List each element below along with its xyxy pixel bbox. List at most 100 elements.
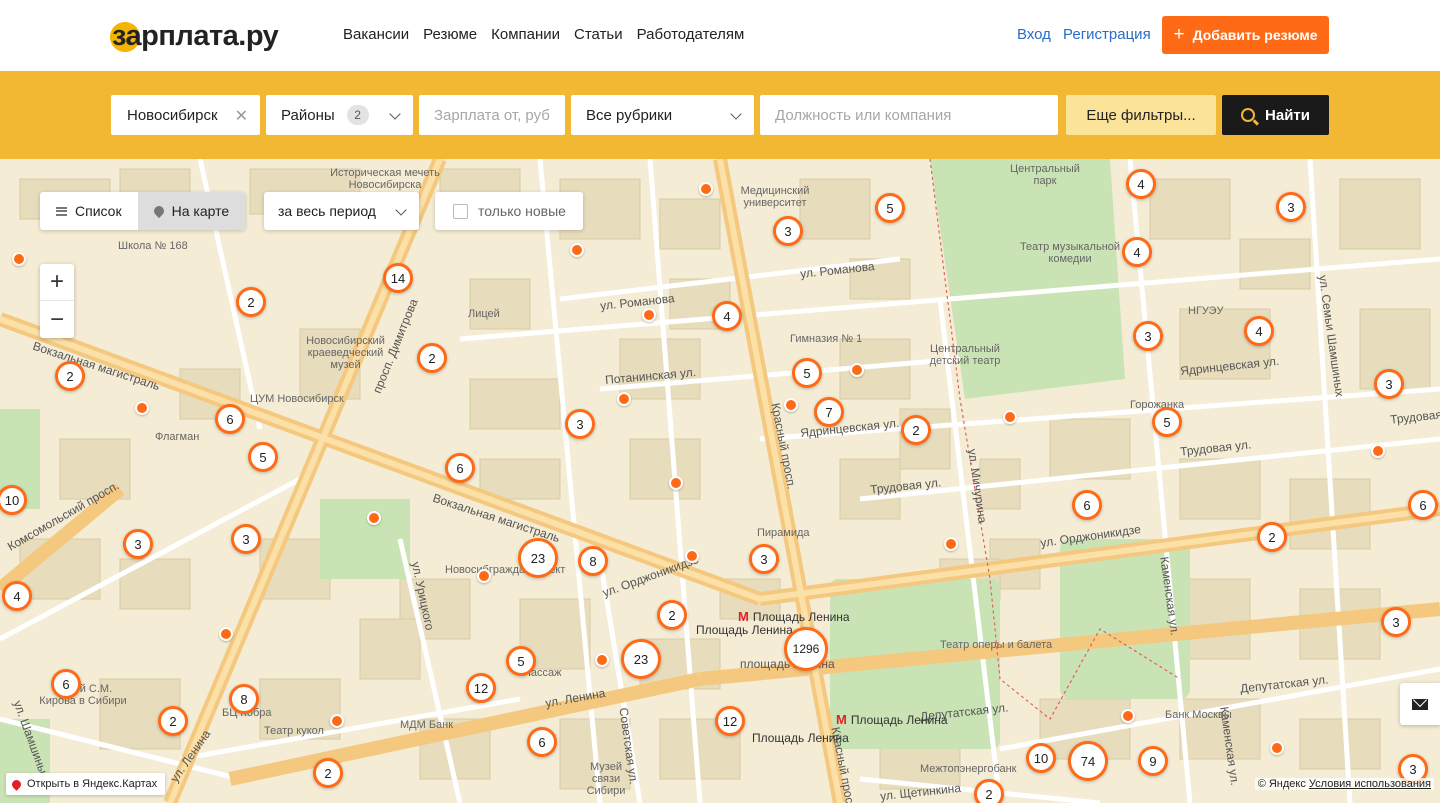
vacancy-cluster[interactable]: 2 [1257,522,1287,552]
terms-link[interactable]: Условия использования [1309,778,1431,790]
vacancy-cluster[interactable]: 5 [248,442,278,472]
register-link[interactable]: Регистрация [1063,26,1151,43]
place-label: Центральный парк [1010,163,1080,187]
vacancy-marker[interactable] [1371,444,1385,458]
site-logo[interactable]: зарплата.ру [110,18,279,54]
nav-vacancies-link[interactable]: Вакансии [343,26,409,43]
vacancy-cluster[interactable]: 6 [51,669,81,699]
vacancy-marker[interactable] [477,569,491,583]
clear-city-icon[interactable]: ✕ [235,106,248,126]
vacancy-cluster[interactable]: 3 [1133,321,1163,351]
period-select[interactable]: за весь период [264,192,419,230]
only-new-checkbox[interactable] [453,203,468,219]
vacancy-marker[interactable] [850,363,864,377]
feedback-button[interactable] [1400,683,1440,725]
query-input[interactable]: Должность или компания [760,95,1058,135]
vacancy-cluster[interactable]: 2 [158,706,188,736]
vacancy-marker[interactable] [1270,741,1284,755]
login-link[interactable]: Вход [1017,26,1051,43]
vacancy-marker[interactable] [595,653,609,667]
nav-companies-link[interactable]: Компании [491,26,560,43]
chevron-down-icon [395,204,407,216]
find-button[interactable]: Найти [1222,95,1329,135]
vacancy-cluster[interactable]: 6 [527,727,557,757]
nav-resumes-link[interactable]: Резюме [423,26,477,43]
vacancy-cluster[interactable]: 1296 [784,627,828,671]
vacancy-map[interactable]: Вокзальная магистраль Вокзальная магистр… [0,159,1440,803]
vacancy-cluster[interactable]: 8 [229,684,259,714]
vacancy-cluster[interactable]: 23 [518,538,558,578]
metro-icon: М [836,712,847,727]
vacancy-cluster[interactable]: 8 [578,546,608,576]
vacancy-marker[interactable] [135,401,149,415]
map-view-tab[interactable]: На карте [137,192,246,230]
category-select[interactable]: Все рубрики [571,95,754,135]
more-filters-button[interactable]: Еще фильтры... [1066,95,1216,135]
vacancy-marker[interactable] [219,627,233,641]
vacancy-marker[interactable] [642,308,656,322]
vacancy-cluster[interactable]: 2 [657,600,687,630]
vacancy-marker[interactable] [367,511,381,525]
vacancy-cluster[interactable]: 3 [1374,369,1404,399]
vacancy-cluster[interactable]: 2 [55,361,85,391]
vacancy-cluster[interactable]: 5 [792,358,822,388]
zoom-in-button[interactable]: + [40,264,74,301]
vacancy-marker[interactable] [944,537,958,551]
vacancy-cluster[interactable]: 6 [215,404,245,434]
vacancy-cluster[interactable]: 6 [1072,490,1102,520]
districts-select[interactable]: Районы 2 [266,95,413,135]
vacancy-marker[interactable] [1003,410,1017,424]
vacancy-cluster[interactable]: 3 [231,524,261,554]
vacancy-marker[interactable] [617,392,631,406]
vacancy-cluster[interactable]: 6 [1408,490,1438,520]
vacancy-cluster[interactable]: 12 [715,706,745,736]
vacancy-cluster[interactable]: 10 [1026,743,1056,773]
vacancy-cluster[interactable]: 14 [383,263,413,293]
vacancy-cluster[interactable]: 4 [1244,316,1274,346]
vacancy-cluster[interactable]: 12 [466,673,496,703]
vacancy-marker[interactable] [784,398,798,412]
vacancy-cluster[interactable]: 2 [901,415,931,445]
vacancy-cluster[interactable]: 4 [1122,237,1152,267]
vacancy-cluster[interactable]: 2 [313,758,343,788]
vacancy-marker[interactable] [669,476,683,490]
vacancy-cluster[interactable]: 4 [1126,169,1156,199]
zoom-out-button[interactable]: − [40,301,74,338]
vacancy-cluster[interactable]: 3 [773,216,803,246]
vacancy-cluster[interactable]: 5 [875,193,905,223]
vacancy-cluster[interactable]: 23 [621,639,661,679]
vacancy-cluster[interactable]: 4 [2,581,32,611]
vacancy-marker[interactable] [12,252,26,266]
vacancy-cluster[interactable]: 9 [1138,746,1168,776]
nav-employers-link[interactable]: Работодателям [637,26,745,43]
vacancy-marker[interactable] [699,182,713,196]
city-field[interactable]: Новосибирск ✕ [111,95,260,135]
vacancy-marker[interactable] [570,243,584,257]
vacancy-cluster[interactable]: 6 [445,453,475,483]
only-new-filter[interactable]: только новые [435,192,583,230]
vacancy-cluster[interactable]: 5 [506,646,536,676]
vacancy-cluster[interactable]: 3 [1381,607,1411,637]
place-label: Флагман [155,431,200,443]
salary-input[interactable]: Зарплата от, руб [419,95,565,135]
vacancy-cluster[interactable]: 3 [123,529,153,559]
vacancy-cluster[interactable]: 74 [1068,741,1108,781]
vacancy-cluster[interactable]: 2 [974,779,1004,803]
vacancy-marker[interactable] [685,549,699,563]
add-resume-button[interactable]: + Добавить резюме [1162,16,1329,54]
list-icon [56,206,67,216]
open-yandex-maps-link[interactable]: Открыть в Яндекс.Картах [6,773,166,795]
vacancy-cluster[interactable]: 2 [417,343,447,373]
vacancy-marker[interactable] [330,714,344,728]
vacancy-cluster[interactable]: 4 [712,301,742,331]
vacancy-cluster[interactable]: 3 [1276,192,1306,222]
list-view-tab[interactable]: Список [40,192,138,230]
vacancy-cluster[interactable]: 7 [814,397,844,427]
vacancy-cluster[interactable]: 3 [749,544,779,574]
vacancy-cluster[interactable]: 3 [565,409,595,439]
nav-articles-link[interactable]: Статьи [574,26,623,43]
vacancy-marker[interactable] [1121,709,1135,723]
vacancy-cluster[interactable]: 2 [236,287,266,317]
place-label: Театр оперы и балета [940,639,1053,651]
vacancy-cluster[interactable]: 5 [1152,407,1182,437]
